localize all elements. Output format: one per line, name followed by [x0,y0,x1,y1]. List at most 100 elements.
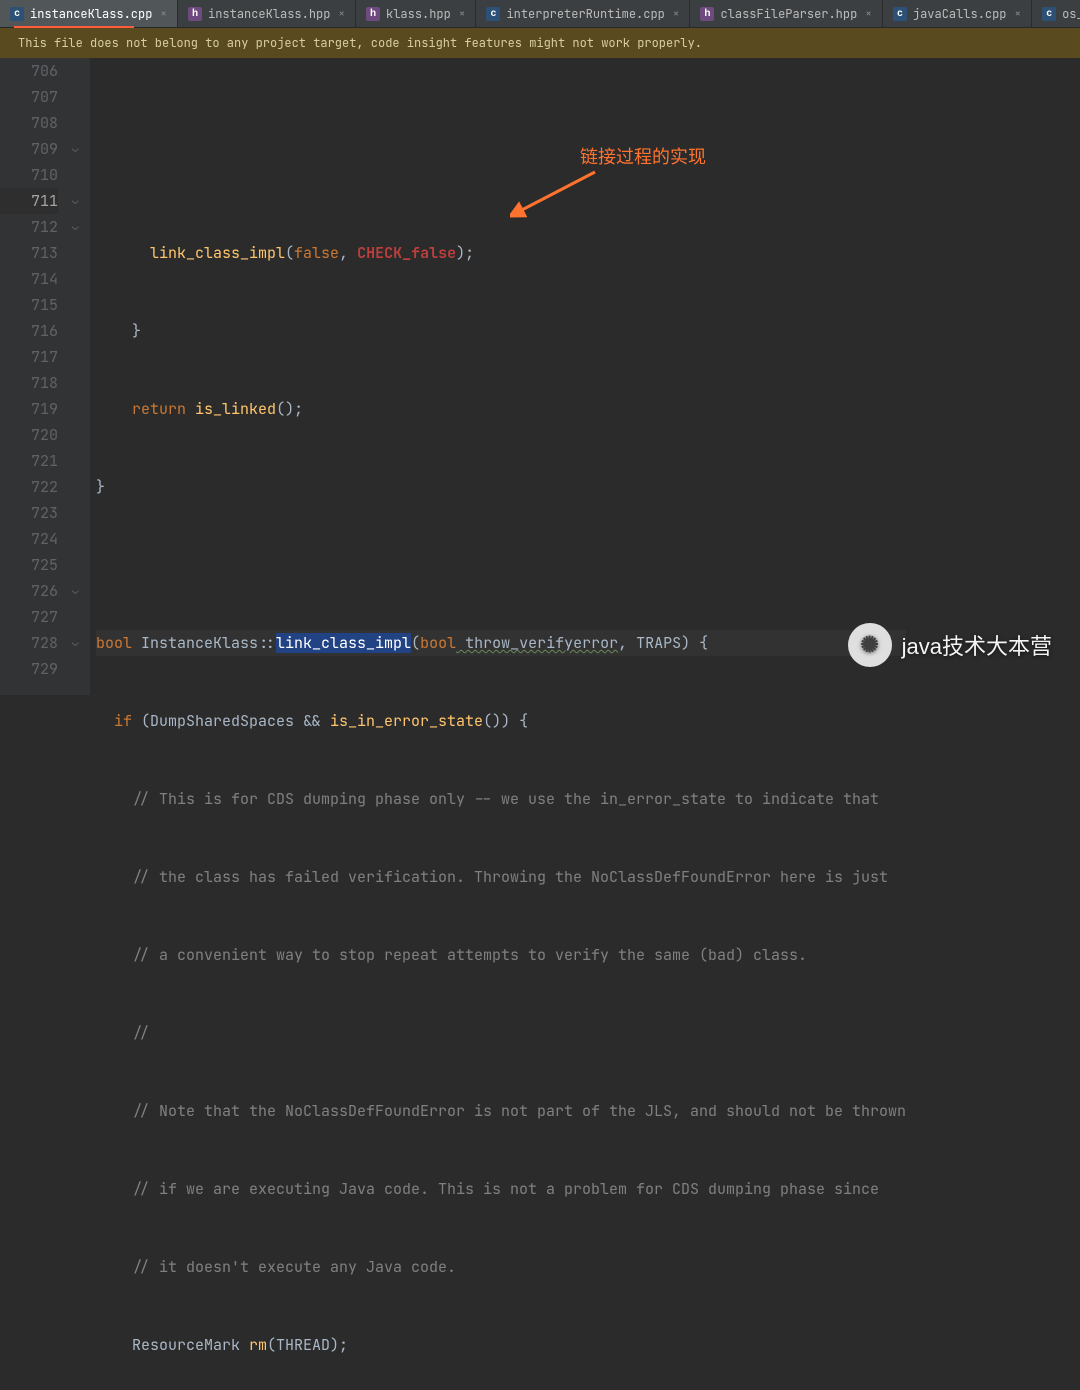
fold-end-icon[interactable]: ⌄ [72,136,79,162]
fold-start-icon[interactable]: ⌄ [72,214,79,240]
fold-start-icon[interactable]: ⌄ [72,630,79,656]
code-line[interactable]: link_class_impl(false, CHECK_false); [96,240,906,266]
code-line[interactable]: if (DumpSharedSpaces && is_in_error_stat… [96,708,906,734]
line-number: 711 [0,188,58,214]
line-number: 712 [0,214,58,240]
fold-cell[interactable] [70,240,90,266]
line-number: 727 [0,604,58,630]
code-line[interactable]: // the class has failed verification. Th… [96,864,906,890]
line-number: 719 [0,396,58,422]
editor-tab[interactable]: cos_bsd.cpp× [1032,0,1080,27]
selection[interactable]: link_class_impl [276,633,411,653]
fold-cell[interactable] [70,474,90,500]
code-line[interactable]: // a convenient way to stop repeat attem… [96,942,906,968]
editor-tab[interactable]: c interpreterRuntime.cpp × [476,0,690,27]
line-number: 710 [0,162,58,188]
fold-cell[interactable] [70,552,90,578]
fold-cell[interactable] [70,656,90,682]
code-line[interactable]: // Note that the NoClassDefFoundError is… [96,1098,906,1124]
close-icon[interactable]: × [865,7,872,21]
code-line[interactable]: return is_linked(); [96,396,906,422]
fold-cell[interactable] [70,526,90,552]
close-icon[interactable]: × [459,7,466,21]
line-number: 713 [0,240,58,266]
editor-tab[interactable]: h instanceKlass.hpp × [178,0,356,27]
code-line[interactable]: bool InstanceKlass::link_class_impl(bool… [96,630,906,656]
line-number: 725 [0,552,58,578]
code-line[interactable]: } [96,318,906,344]
line-number: 707 [0,84,58,110]
tab-label: instanceKlass.cpp [30,6,152,22]
code-line[interactable]: ResourceMark rm(THREAD); [96,1332,906,1358]
line-number: 714 [0,266,58,292]
fold-cell[interactable]: ⌄ [70,136,90,162]
line-number-gutter: 7067077087097107117127137147157167177187… [0,58,70,695]
fold-cell[interactable] [70,604,90,630]
tab-label: klass.hpp [386,6,451,22]
line-number: 726 [0,578,58,604]
watermark: ✺ java技术大本营 [848,623,1052,667]
code-line[interactable]: // it doesn't execute any Java code. [96,1254,906,1280]
code-line[interactable]: // [96,1020,906,1046]
line-number: 728 [0,630,58,656]
tab-label: instanceKlass.hpp [208,6,330,22]
hpp-file-icon: h [188,7,202,21]
close-icon[interactable]: × [673,7,680,21]
fold-cell[interactable] [70,344,90,370]
code-editor[interactable]: 7067077087097107117127137147157167177187… [0,58,1080,695]
code-line[interactable]: // if we are executing Java code. This i… [96,1176,906,1202]
close-icon[interactable]: × [160,7,167,21]
fold-cell[interactable] [70,396,90,422]
editor-tab[interactable]: c instanceKlass.cpp × [0,0,178,27]
fold-cell[interactable]: ⌄ [70,578,90,604]
fold-cell[interactable] [70,500,90,526]
editor-tab[interactable]: c javaCalls.cpp × [883,0,1032,27]
line-number: 718 [0,370,58,396]
tab-label: classFileParser.hpp [720,6,857,22]
fold-start-icon[interactable]: ⌄ [72,188,79,214]
fold-gutter[interactable]: ⌄⌄⌄⌄⌄ [70,58,90,695]
warning-text: This file does not belong to any project… [18,35,702,51]
code-area[interactable]: 链接过程的实现 link_class_impl(false, CHECK_fal… [90,58,906,695]
fold-cell[interactable] [70,422,90,448]
tab-label: javaCalls.cpp [913,6,1007,22]
fold-cell[interactable]: ⌄ [70,630,90,656]
editor-tab[interactable]: hclassFileParser.hpp× [690,0,882,27]
fold-cell[interactable]: ⌄ [70,214,90,240]
close-icon[interactable]: × [1015,7,1022,21]
fold-cell[interactable] [70,110,90,136]
code-line[interactable]: } [96,474,906,500]
close-icon[interactable]: × [338,7,345,21]
fold-cell[interactable] [70,162,90,188]
fold-cell[interactable] [70,318,90,344]
fold-cell[interactable] [70,58,90,84]
line-number: 729 [0,656,58,682]
fold-cell[interactable] [70,266,90,292]
code-line[interactable]: // This is for CDS dumping phase only --… [96,786,906,812]
annotation-arrow [510,168,600,218]
cpp-file-icon: c [893,7,907,21]
fold-cell[interactable]: ⌄ [70,188,90,214]
tab-label: interpreterRuntime.cpp [506,6,664,22]
code-line[interactable] [96,552,906,578]
line-number: 722 [0,474,58,500]
line-number: 723 [0,500,58,526]
cpp-file-icon: c [1042,7,1056,21]
line-number: 717 [0,344,58,370]
line-number: 715 [0,292,58,318]
editor-tab[interactable]: hklass.hpp× [356,0,476,27]
cpp-file-icon: c [10,7,24,21]
fold-cell[interactable] [70,84,90,110]
line-number: 720 [0,422,58,448]
fold-cell[interactable] [70,448,90,474]
context-warning-bar: This file does not belong to any project… [0,28,1080,58]
line-number: 716 [0,318,58,344]
editor-tab-bar: cinstanceKlass.cpp×hinstanceKlass.hpp×hk… [0,0,1080,28]
fold-cell[interactable] [70,370,90,396]
line-number: 724 [0,526,58,552]
fold-end-icon[interactable]: ⌄ [72,578,79,604]
line-number: 708 [0,110,58,136]
line-number: 721 [0,448,58,474]
cpp-file-icon: c [486,7,500,21]
fold-cell[interactable] [70,292,90,318]
